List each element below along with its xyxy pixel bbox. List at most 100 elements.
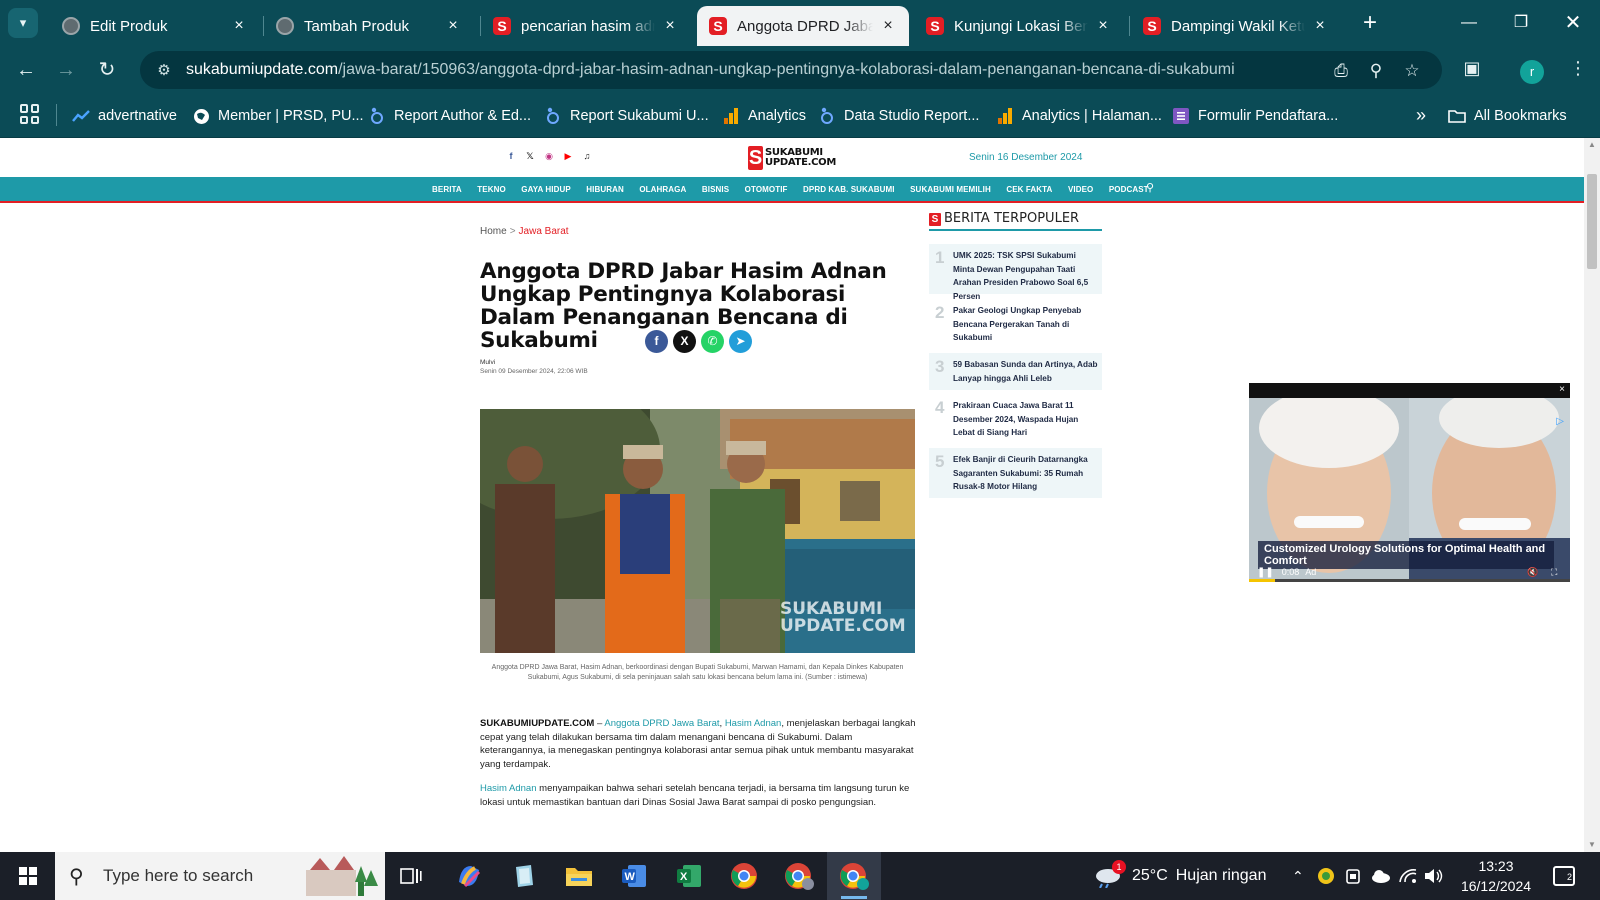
- tab-pencarian[interactable]: S pencarian hasim adnan ×: [481, 6, 691, 46]
- youtube-icon[interactable]: ▶: [562, 150, 574, 162]
- bookmark-member-prsd[interactable]: Member | PRSD, PU...: [192, 104, 364, 128]
- nav-otomotif[interactable]: OTOMOTIF: [745, 185, 788, 194]
- x-twitter-icon[interactable]: 𝕏: [524, 150, 536, 162]
- install-app-icon[interactable]: ⎙: [1330, 60, 1352, 82]
- ad-close-button[interactable]: ×: [1559, 384, 1565, 395]
- task-view-icon[interactable]: [394, 859, 428, 893]
- bookmark-analytics-halaman[interactable]: Analytics | Halaman...: [996, 104, 1162, 128]
- mute-icon[interactable]: 🔇: [1527, 567, 1538, 578]
- tab-dampingi-wakil[interactable]: S Dampingi Wakil Ketua ×: [1131, 6, 1341, 46]
- popular-item[interactable]: 4 Prakiraan Cuaca Jawa Barat 11 Desember…: [929, 394, 1102, 444]
- show-hidden-icons[interactable]: ⌃: [1292, 852, 1304, 900]
- bookmark-star-icon[interactable]: ☆: [1401, 60, 1423, 82]
- excel-icon[interactable]: X: [672, 859, 706, 893]
- address-bar[interactable]: ⚙ sukabumiupdate.com/jawa-barat/150963/a…: [140, 51, 1442, 89]
- tab-search-button[interactable]: ▾: [8, 8, 38, 38]
- bookmark-analytics[interactable]: Analytics: [722, 104, 806, 128]
- minimize-button[interactable]: —: [1446, 8, 1492, 38]
- nav-tekno[interactable]: TEKNO: [477, 185, 506, 194]
- scroll-up-icon[interactable]: ▲: [1584, 138, 1600, 152]
- popular-item[interactable]: 3 59 Babasan Sunda dan Artinya, Adab Lan…: [929, 353, 1102, 390]
- copilot-icon[interactable]: [452, 859, 486, 893]
- volume-icon[interactable]: [1424, 852, 1444, 900]
- file-explorer-icon[interactable]: [562, 859, 596, 893]
- bookmark-data-studio[interactable]: Data Studio Report...: [818, 104, 979, 128]
- onedrive-cloud-icon[interactable]: [1371, 852, 1391, 900]
- bookmarks-overflow-button[interactable]: »: [1416, 103, 1426, 127]
- all-bookmarks-button[interactable]: All Bookmarks: [1448, 104, 1567, 128]
- tab-tambah-produk[interactable]: Tambah Produk ×: [264, 6, 474, 46]
- facebook-icon[interactable]: f: [505, 150, 517, 162]
- popular-item[interactable]: 2 Pakar Geologi Ungkap Penyebab Bencana …: [929, 299, 1102, 349]
- bookmark-advertnative[interactable]: advertnative: [72, 104, 177, 128]
- bookmark-report-sukabumi[interactable]: Report Sukabumi U...: [544, 104, 709, 128]
- article-author[interactable]: Mulvi: [480, 359, 495, 366]
- wifi-icon[interactable]: [1399, 852, 1417, 900]
- breadcrumb-home[interactable]: Home: [480, 226, 507, 237]
- nav-berita[interactable]: BERITA: [432, 185, 462, 194]
- nav-bisnis[interactable]: BISNIS: [702, 185, 729, 194]
- fullscreen-icon[interactable]: ⛶: [1551, 567, 1557, 578]
- apps-grid-icon[interactable]: [20, 104, 40, 124]
- scrollbar-thumb[interactable]: [1587, 174, 1597, 269]
- back-button[interactable]: ←: [8, 52, 44, 88]
- popular-item[interactable]: 1 UMK 2025: TSK SPSI Sukabumi Minta Dewa…: [929, 244, 1102, 301]
- notification-center-icon[interactable]: 2: [1553, 866, 1575, 886]
- tab-kunjungi-lokasi[interactable]: S Kunjungi Lokasi Bencana ×: [914, 6, 1124, 46]
- word-icon[interactable]: W: [617, 859, 651, 893]
- menu-kebab-icon[interactable]: ⋮: [1565, 58, 1591, 79]
- nav-video[interactable]: VIDEO: [1068, 185, 1093, 194]
- breadcrumb-jawa-barat[interactable]: Jawa Barat: [519, 226, 569, 237]
- ad-video-frame[interactable]: ▷ Customized Urology Solutions for Optim…: [1249, 398, 1570, 582]
- pause-icon[interactable]: ❚❚: [1257, 567, 1274, 578]
- nav-hiburan[interactable]: HIBURAN: [586, 185, 624, 194]
- bookmark-report-author[interactable]: Report Author & Ed...: [368, 104, 531, 128]
- taskbar-clock[interactable]: 13:23 16/12/2024: [1457, 856, 1535, 896]
- start-button[interactable]: [0, 852, 55, 900]
- close-window-button[interactable]: ✕: [1550, 8, 1596, 38]
- share-x-icon[interactable]: X: [673, 330, 696, 353]
- chrome-profile-icon[interactable]: [782, 859, 816, 893]
- zoom-icon[interactable]: ⚲: [1365, 60, 1387, 82]
- video-ad[interactable]: × ▷ Customized Urology Solutions for Opt…: [1249, 383, 1570, 582]
- page-scrollbar[interactable]: ▲ ▼: [1584, 138, 1600, 852]
- scroll-down-icon[interactable]: ▼: [1584, 838, 1600, 852]
- meeting-icon[interactable]: [1345, 852, 1361, 900]
- share-telegram-icon[interactable]: ➤: [729, 330, 752, 353]
- nav-gaya-hidup[interactable]: GAYA HIDUP: [521, 185, 570, 194]
- popular-item[interactable]: 5 Efek Banjir di Cieurih Datarnangka Sag…: [929, 448, 1102, 498]
- link-hasim-adnan[interactable]: Hasim Adnan: [725, 718, 782, 729]
- tab-close-icon[interactable]: ×: [661, 17, 679, 35]
- extensions-icon[interactable]: ▣: [1459, 58, 1485, 79]
- forward-button[interactable]: →: [48, 52, 84, 88]
- link-hasim-adnan-2[interactable]: Hasim Adnan: [480, 783, 537, 794]
- share-whatsapp-icon[interactable]: ✆: [701, 330, 724, 353]
- search-icon[interactable]: ⚲: [1146, 181, 1154, 194]
- tab-close-icon[interactable]: ×: [1311, 17, 1329, 35]
- share-facebook-icon[interactable]: f: [645, 330, 668, 353]
- reload-button[interactable]: ↻: [89, 52, 125, 88]
- chrome-icon[interactable]: [727, 859, 761, 893]
- tab-anggota-dprd[interactable]: S Anggota DPRD Jabar Hasim Adnan ×: [697, 6, 909, 46]
- weather-widget[interactable]: 1 25°C Hujan ringan: [1094, 852, 1266, 900]
- tab-close-icon[interactable]: ×: [1094, 17, 1112, 35]
- nav-dprd-kab-sukabumi[interactable]: DPRD KAB. SUKABUMI: [803, 185, 895, 194]
- nav-olahraga[interactable]: OLAHRAGA: [639, 185, 686, 194]
- link-anggota-dprd-jabar[interactable]: Anggota DPRD Jawa Barat: [604, 718, 719, 729]
- site-logo[interactable]: S SUKABUMI UPDATE.COM: [748, 146, 836, 170]
- tab-close-icon[interactable]: ×: [879, 17, 897, 35]
- tray-app-icon[interactable]: [1317, 852, 1335, 900]
- new-tab-button[interactable]: +: [1356, 10, 1384, 38]
- ad-choices-icon[interactable]: ▷: [1556, 416, 1564, 427]
- instagram-icon[interactable]: ◉: [543, 150, 555, 162]
- notes-app-icon[interactable]: [507, 859, 541, 893]
- nav-cek-fakta[interactable]: CEK FAKTA: [1006, 185, 1052, 194]
- tab-close-icon[interactable]: ×: [230, 17, 248, 35]
- tiktok-icon[interactable]: ♫: [581, 150, 593, 162]
- site-settings-icon[interactable]: ⚙: [146, 61, 182, 79]
- tab-close-icon[interactable]: ×: [444, 17, 462, 35]
- profile-avatar[interactable]: r: [1520, 60, 1544, 84]
- chrome-active-icon[interactable]: [837, 859, 871, 899]
- bookmark-formulir[interactable]: Formulir Pendaftara...: [1172, 104, 1338, 128]
- restore-button[interactable]: ❐: [1498, 8, 1544, 38]
